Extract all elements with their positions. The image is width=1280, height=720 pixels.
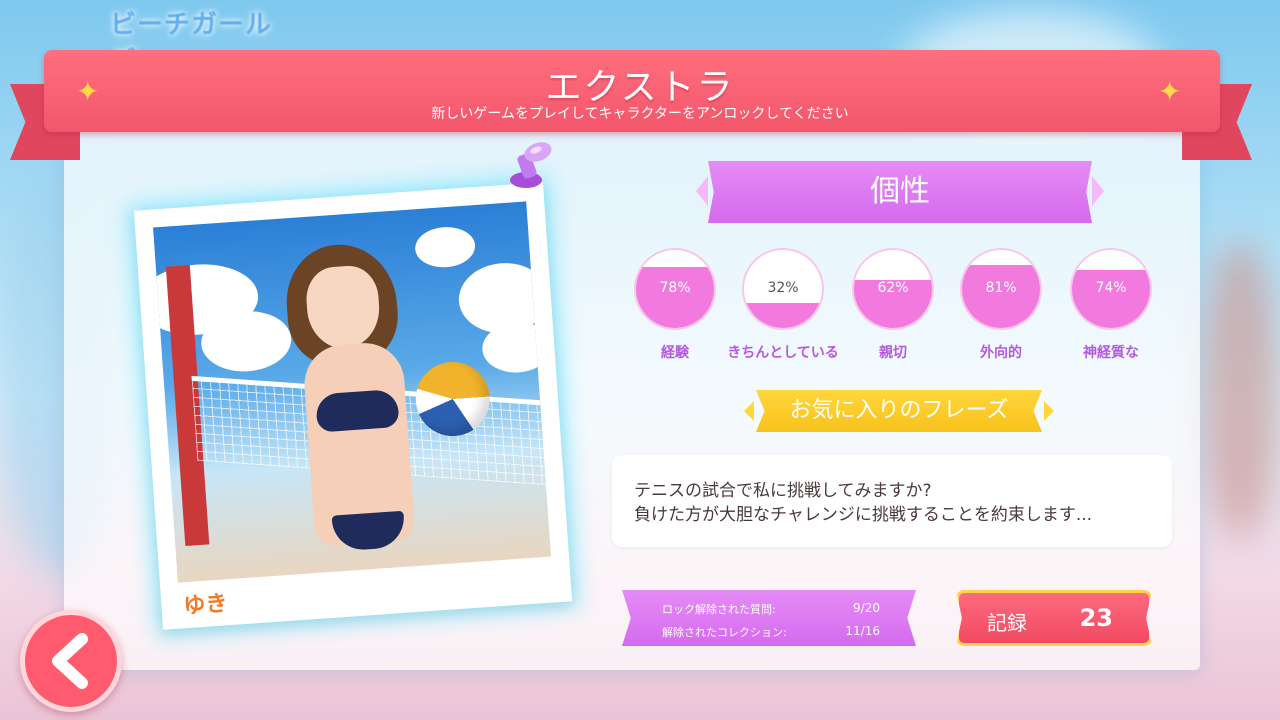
record-label: 記録 — [987, 611, 1027, 635]
pushpin-icon — [510, 142, 552, 188]
record-badge: 記録 23 — [956, 590, 1152, 646]
background-logo: ビーチガールズ — [110, 10, 273, 77]
character-illustration — [153, 201, 551, 583]
unlocked-questions-value: 9/20 — [853, 601, 880, 615]
bg-blur-right — [1200, 240, 1280, 540]
stat-gauge: 81% — [960, 248, 1042, 330]
stat-gauge: 62% — [852, 248, 934, 330]
stat-value: 62% — [877, 280, 909, 296]
unlocked-collections-value: 11/16 — [845, 624, 880, 638]
stat-label: 神経質な — [1083, 345, 1139, 361]
personality-title: 個性 — [708, 161, 1092, 223]
back-arrow-icon — [52, 633, 88, 689]
record-value: 23 — [1079, 604, 1113, 632]
stat-value: 32% — [767, 280, 799, 296]
favorite-phrase-title: お気に入りのフレーズ — [756, 390, 1042, 432]
unlocked-collections-label: 解除されたコレクション: — [662, 626, 787, 639]
back-button[interactable] — [20, 610, 122, 712]
unlocked-questions-label: ロック解除された質問: — [662, 603, 776, 616]
stat-value: 74% — [1095, 280, 1127, 296]
character-name: ゆき — [182, 591, 229, 620]
stat-gauge: 32% — [742, 248, 824, 330]
phrase-line-1: テニスの試合で私に挑戦してみますか? — [634, 481, 932, 501]
phrase-line-2: 負けた方が大胆なチャレンジに挑戦することを約束します... — [634, 505, 1093, 525]
stat-neurotic: 74% 神経質な — [1070, 248, 1152, 362]
page-subtitle: 新しいゲームをプレイしてキャラクターをアンロックしてください — [431, 106, 849, 122]
unlock-progress-box: ロック解除された質問: 9/20 解除されたコレクション: 11/16 — [622, 590, 916, 646]
stat-gauge: 78% — [634, 248, 716, 330]
stat-gauge: 74% — [1070, 248, 1152, 330]
stat-value: 81% — [985, 280, 1017, 296]
stat-value: 78% — [659, 280, 691, 296]
favorite-phrase-box: テニスの試合で私に挑戦してみますか? 負けた方が大胆なチャレンジに挑戦することを… — [612, 455, 1172, 547]
character-photo-card[interactable]: ゆき — [133, 182, 573, 630]
